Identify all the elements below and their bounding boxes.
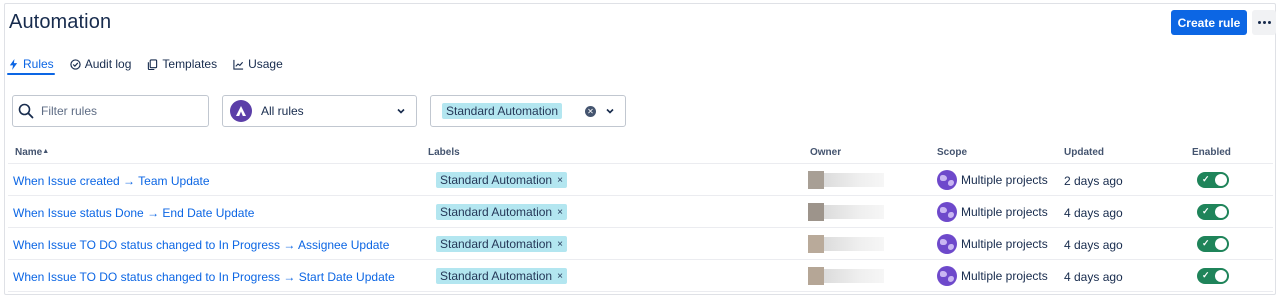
check-icon: ✓ [1202, 270, 1210, 280]
rule-name-link[interactable]: When Issue status Done → End Date Update [13, 206, 254, 220]
rule-name-link[interactable]: When Issue created → Team Update [13, 174, 210, 188]
check-icon: ✓ [1202, 206, 1210, 216]
enabled-toggle[interactable]: ✓ [1197, 204, 1229, 220]
active-tab-indicator [7, 73, 55, 75]
table-row: When Issue TO DO status changed to In Pr… [8, 260, 1273, 292]
bolt-icon [9, 58, 18, 70]
filter-rules-placeholder: Filter rules [41, 104, 98, 118]
rule-name-link[interactable]: When Issue TO DO status changed to In Pr… [13, 238, 389, 252]
more-options-button[interactable] [1252, 10, 1276, 35]
remove-label-icon[interactable]: × [557, 207, 563, 218]
owner-avatar-redacted [808, 201, 884, 223]
search-icon [18, 103, 34, 119]
column-header-scope: Scope [937, 147, 968, 158]
rule-label-chip: Standard Automation × [436, 204, 567, 220]
scope-cell: Multiple projects [937, 266, 1048, 286]
table-row: When Issue TO DO status changed to In Pr… [8, 228, 1273, 260]
column-header-name[interactable]: Name▲ [15, 147, 49, 158]
owner-avatar-redacted [808, 169, 884, 191]
scope-cell: Multiple projects [937, 234, 1048, 254]
tab-templates[interactable]: Templates [147, 57, 217, 71]
rule-label-chip: Standard Automation × [436, 268, 567, 284]
tab-audit-log-label: Audit log [84, 57, 132, 71]
globe-icon [937, 266, 957, 286]
remove-label-icon[interactable]: × [557, 271, 563, 282]
check-icon: ✓ [1202, 174, 1210, 184]
rule-label-chip: Standard Automation × [436, 172, 567, 188]
tab-bar: Rules Audit log Templates Usage [8, 57, 283, 71]
chevron-down-icon[interactable] [605, 106, 615, 116]
remove-label-icon[interactable]: × [557, 239, 563, 250]
scope-cell: Multiple projects [937, 170, 1048, 190]
owner-avatar-redacted [808, 265, 884, 287]
tab-rules-label: Rules [23, 57, 54, 71]
page-title: Automation [9, 11, 112, 33]
tab-templates-label: Templates [162, 57, 218, 71]
enabled-toggle[interactable]: ✓ [1197, 172, 1229, 188]
column-header-updated[interactable]: Updated [1064, 147, 1104, 158]
tab-audit-log[interactable]: Audit log [70, 57, 132, 71]
label-filter-select[interactable]: Standard Automation ✕ [430, 95, 626, 127]
owner-avatar-redacted [808, 233, 884, 255]
rules-scope-select[interactable]: All rules [222, 95, 417, 127]
sort-ascending-icon: ▲ [42, 148, 50, 155]
globe-icon [937, 234, 957, 254]
tab-rules[interactable]: Rules [8, 57, 54, 71]
table-row: When Issue created → Team Update Standar… [8, 164, 1273, 196]
enabled-toggle[interactable]: ✓ [1197, 268, 1229, 284]
column-header-owner: Owner [810, 147, 842, 158]
check-icon: ✓ [1202, 238, 1210, 248]
filter-rules-input[interactable]: Filter rules [12, 95, 209, 127]
chart-icon [233, 59, 244, 70]
clear-icon[interactable]: ✕ [585, 106, 596, 117]
atlassian-logo-icon [230, 100, 252, 122]
scope-cell: Multiple projects [937, 202, 1048, 222]
updated-cell: 4 days ago [1064, 206, 1123, 220]
updated-cell: 4 days ago [1064, 270, 1123, 284]
copy-icon [148, 58, 158, 70]
label-filter-chip: Standard Automation [442, 103, 563, 119]
globe-icon [937, 170, 957, 190]
updated-cell: 2 days ago [1064, 174, 1123, 188]
rule-name-link[interactable]: When Issue TO DO status changed to In Pr… [13, 270, 395, 284]
remove-label-icon[interactable]: × [557, 175, 563, 186]
tab-usage[interactable]: Usage [233, 57, 283, 71]
check-circle-icon [70, 58, 81, 70]
column-header-labels: Labels [428, 147, 460, 158]
globe-icon [937, 202, 957, 222]
more-dots-icon [1257, 21, 1261, 24]
chevron-down-icon [397, 108, 405, 114]
rules-scope-value: All rules [261, 104, 304, 118]
tab-usage-label: Usage [248, 57, 283, 71]
updated-cell: 4 days ago [1064, 238, 1123, 252]
rule-label-chip: Standard Automation × [436, 236, 567, 252]
enabled-toggle[interactable]: ✓ [1197, 236, 1229, 252]
column-header-enabled[interactable]: Enabled [1192, 147, 1231, 158]
create-rule-button[interactable]: Create rule [1171, 10, 1247, 35]
table-row: When Issue status Done → End Date Update… [8, 196, 1273, 228]
